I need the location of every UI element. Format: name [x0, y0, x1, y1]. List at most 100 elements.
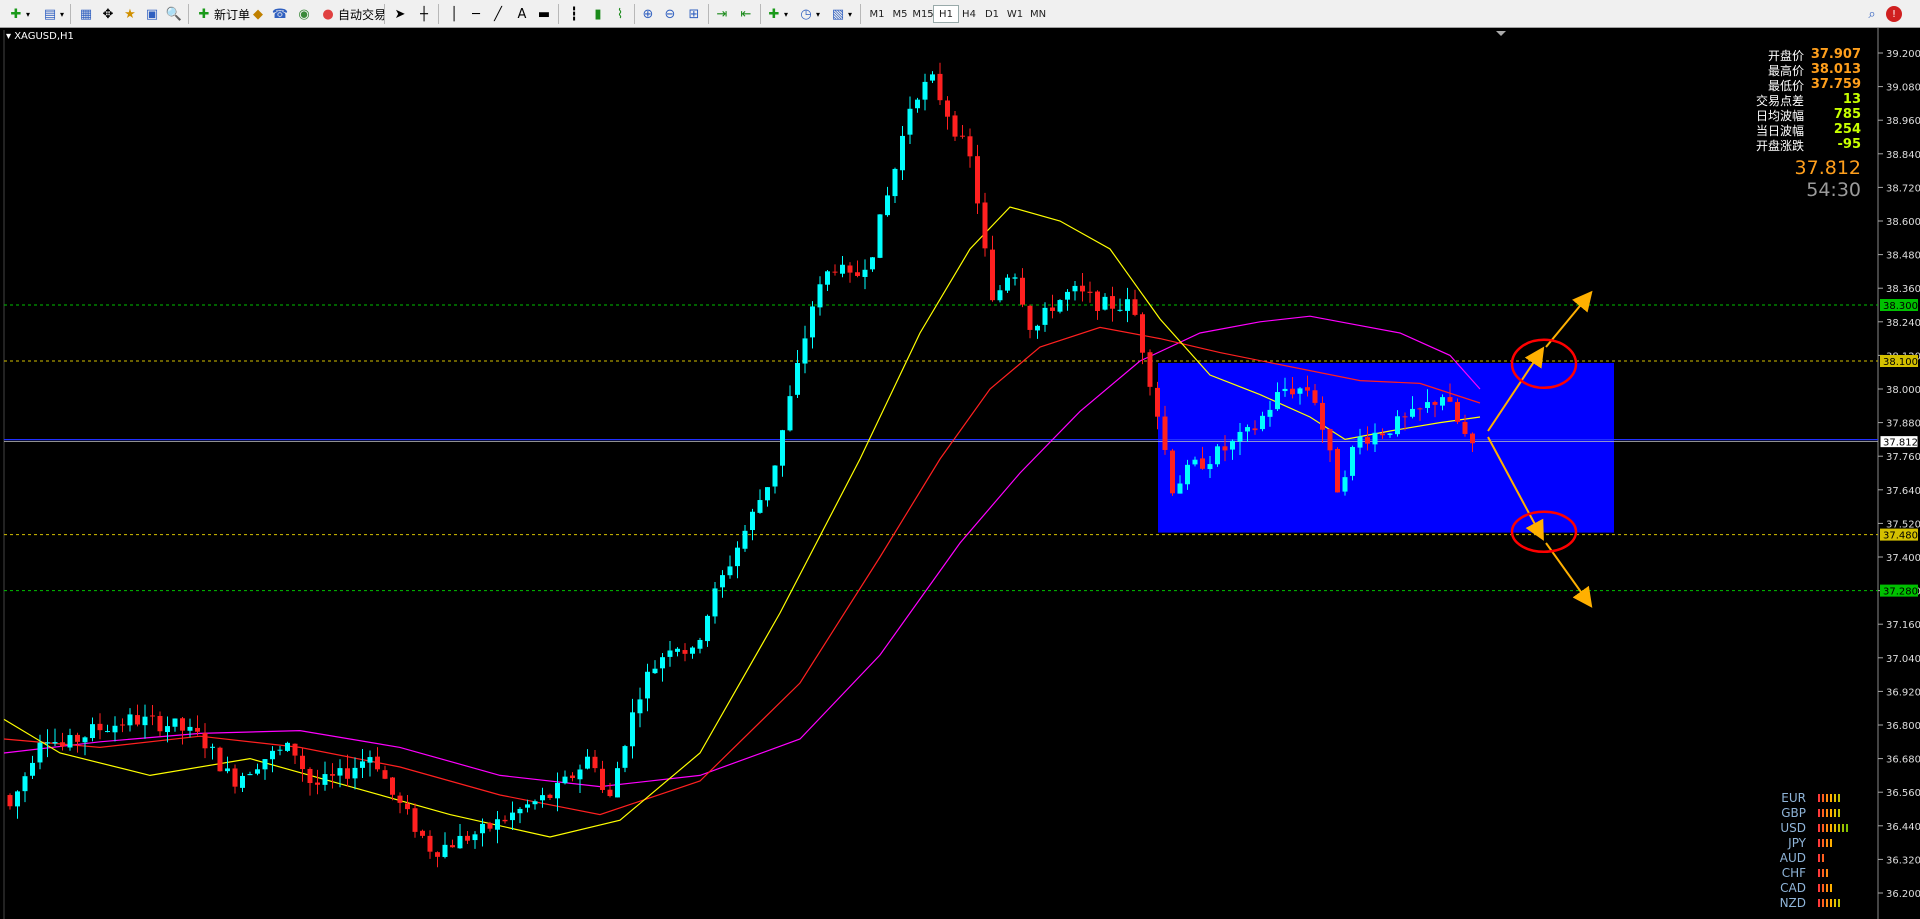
candle-body — [735, 547, 740, 567]
line-chart-button[interactable]: ⌇ — [610, 3, 630, 25]
signals-button[interactable]: ◉ — [294, 3, 314, 25]
new-chart-button[interactable]: ✚ ▾ — [6, 3, 30, 25]
chart-shift-button[interactable]: ⇤ — [736, 3, 756, 25]
candle-body — [870, 257, 875, 270]
candle-body — [375, 756, 380, 770]
candle-body — [165, 726, 170, 733]
candle-body — [1057, 300, 1063, 312]
candle-body — [967, 136, 973, 157]
candlestick-button[interactable]: ▮ — [588, 3, 608, 25]
data-window-button[interactable]: ✥ — [98, 3, 118, 25]
candle-body — [1432, 402, 1438, 405]
candle-body — [622, 746, 628, 768]
candle-body — [480, 823, 485, 834]
terminal-icon: ▣ — [145, 6, 159, 22]
candle-body — [1297, 388, 1303, 394]
market-watch-button[interactable]: ▦ — [76, 3, 96, 25]
strength-bar — [1818, 794, 1820, 802]
bar-chart-button[interactable]: ┇ — [564, 3, 584, 25]
strength-bar — [1834, 824, 1836, 832]
candle-body — [52, 742, 58, 744]
candle-body — [345, 768, 350, 779]
zoom-out-icon: ⊖ — [664, 6, 676, 22]
auto-trade-button[interactable]: ● 自动交易 — [318, 3, 386, 25]
candle-body — [82, 737, 88, 743]
text-tool[interactable]: A — [512, 3, 532, 25]
navigator-button[interactable]: ★ — [120, 3, 140, 25]
price-tick-label: 38.960 — [1886, 116, 1920, 127]
zoom-in-button[interactable]: ⊕ — [638, 3, 658, 25]
candle-body — [1252, 428, 1258, 431]
price-tick-label: 36.320 — [1886, 855, 1920, 866]
templates-icon: ▧ — [831, 6, 845, 22]
crosshair-tool[interactable]: ┼ — [414, 3, 434, 25]
strength-bar — [1826, 899, 1828, 907]
vertical-line-tool[interactable]: │ — [444, 3, 464, 25]
profiles-button[interactable]: ▤ ▾ — [40, 3, 64, 25]
tf-mn[interactable]: MN — [1025, 5, 1051, 23]
strength-bar — [1838, 794, 1840, 802]
strength-bar — [1818, 854, 1820, 862]
templates-button[interactable]: ▧ ▾ — [828, 3, 852, 25]
strength-bar — [1846, 824, 1848, 832]
candle-body — [1050, 307, 1055, 311]
cursor-tool[interactable]: ➤ — [390, 3, 410, 25]
strength-bar — [1826, 809, 1828, 817]
candle-body — [1162, 416, 1168, 450]
candle-body — [502, 819, 508, 822]
strategy-tester-button[interactable]: 🔍 — [164, 3, 184, 25]
candle-body — [1035, 325, 1040, 331]
strength-bar — [1830, 824, 1832, 832]
candle-body — [1410, 408, 1415, 417]
label-tool[interactable]: ▬ — [534, 3, 554, 25]
trendline-icon: ╱ — [494, 6, 502, 22]
trendline-tool[interactable]: ╱ — [488, 3, 508, 25]
candle-body — [1312, 390, 1318, 403]
candle-body — [1027, 305, 1033, 330]
zoom-out-button[interactable]: ⊖ — [660, 3, 680, 25]
price-chart[interactable]: 39.200 39.080 38.960 38.840 38.720 38.600 38.4… — [0, 28, 1920, 919]
candle-body — [742, 530, 748, 549]
candle-body — [292, 743, 298, 756]
candle-body — [180, 718, 185, 731]
candle-body — [1125, 299, 1130, 311]
candle-body — [397, 795, 403, 803]
candle-body — [300, 755, 305, 770]
notifications-button[interactable]: ! — [1886, 3, 1902, 25]
crosshair-move-icon: ✥ — [102, 6, 114, 22]
new-order-button[interactable]: ✚ 新订单 — [194, 3, 250, 25]
candle-body — [690, 647, 695, 654]
candle-body — [157, 715, 163, 732]
meta-editor-button[interactable]: ◆ — [248, 3, 268, 25]
candle-body — [900, 135, 905, 171]
search-button[interactable]: ⌕ — [1862, 3, 1882, 25]
price-tick-label: 38.240 — [1886, 318, 1920, 329]
info-label: 开盘涨跌 — [1755, 139, 1804, 153]
candle-body — [930, 74, 935, 81]
zoom-in-icon: ⊕ — [642, 6, 654, 22]
candle-body — [645, 671, 650, 699]
candle-body — [495, 819, 500, 830]
candle-body — [772, 465, 778, 487]
price-label: 37.812 — [1883, 438, 1918, 449]
candle-body — [1230, 440, 1235, 450]
strength-bar — [1830, 794, 1832, 802]
candle-body — [195, 727, 200, 732]
tile-windows-button[interactable]: ⊞ — [684, 3, 704, 25]
price-label: 37.480 — [1883, 531, 1918, 542]
chat-button[interactable]: ☎ — [270, 3, 290, 25]
indicators-button[interactable]: ✚ ▾ — [764, 3, 788, 25]
candle-body — [30, 762, 35, 776]
auto-scroll-icon: ⇥ — [716, 6, 728, 22]
horizontal-line-tool[interactable]: ─ — [466, 3, 486, 25]
currency-name: NZD — [1779, 896, 1806, 910]
periods-button[interactable]: ◷ ▾ — [796, 3, 820, 25]
info-value: 785 — [1833, 107, 1861, 122]
price-tick-label: 38.480 — [1886, 251, 1920, 262]
terminal-button[interactable]: ▣ — [142, 3, 162, 25]
strength-bar — [1830, 839, 1832, 847]
new-chart-icon: ✚ — [10, 6, 22, 22]
auto-scroll-button[interactable]: ⇥ — [712, 3, 732, 25]
candle-body — [825, 271, 830, 285]
candle-body — [630, 712, 635, 747]
